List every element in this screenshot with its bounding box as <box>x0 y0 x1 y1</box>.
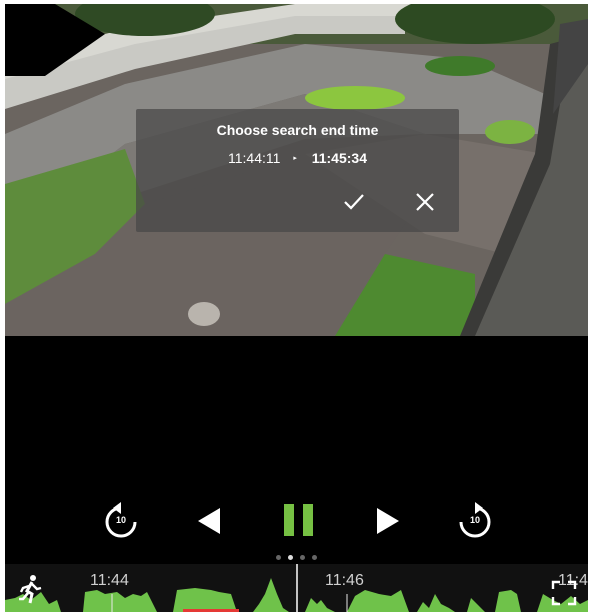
start-time[interactable]: 11:44:11 <box>228 150 280 166</box>
motion-person-icon <box>19 575 42 604</box>
close-icon <box>416 193 434 211</box>
next-triangle-icon <box>377 508 399 534</box>
time-range: 11:44:11 ▸ 11:45:34 <box>136 149 459 166</box>
skip-forward-button[interactable]: 10 <box>455 501 495 541</box>
timeline-tick-label: 11:44 <box>90 572 129 589</box>
page-dot[interactable] <box>312 555 317 560</box>
next-button[interactable] <box>373 506 403 536</box>
end-time[interactable]: 11:45:34 <box>312 150 367 166</box>
timeline-tick-label: 11:46 <box>325 572 364 589</box>
camera-video-feed[interactable]: Choose search end time 11:44:11 ▸ 11:45:… <box>5 4 588 336</box>
previous-button[interactable] <box>194 506 224 536</box>
motion-filter-button[interactable] <box>17 574 43 604</box>
arrow-right-icon: ▸ <box>293 155 297 163</box>
page-dot[interactable] <box>300 555 305 560</box>
fullscreen-icon <box>551 580 577 606</box>
fullscreen-button[interactable] <box>551 580 577 606</box>
previous-triangle-icon <box>198 508 220 534</box>
skip-back-button[interactable]: 10 <box>101 501 141 541</box>
confirm-button[interactable] <box>341 189 367 215</box>
check-icon <box>344 194 364 210</box>
page-dot-active[interactable] <box>288 555 293 560</box>
pause-icon <box>284 504 313 536</box>
dialog-title: Choose search end time <box>216 122 379 138</box>
page-dot[interactable] <box>276 555 281 560</box>
event-timeline[interactable]: 11:44 11:46 11:4 <box>5 564 588 612</box>
skip-forward-seconds: 10 <box>469 515 480 525</box>
pause-button[interactable] <box>282 502 316 538</box>
cancel-button[interactable] <box>412 189 438 215</box>
camera-player: Choose search end time 11:44:11 ▸ 11:45:… <box>5 4 588 612</box>
skip-back-seconds: 10 <box>115 515 126 525</box>
search-end-time-dialog: Choose search end time 11:44:11 ▸ 11:45:… <box>136 109 459 232</box>
page-indicator <box>276 555 320 561</box>
